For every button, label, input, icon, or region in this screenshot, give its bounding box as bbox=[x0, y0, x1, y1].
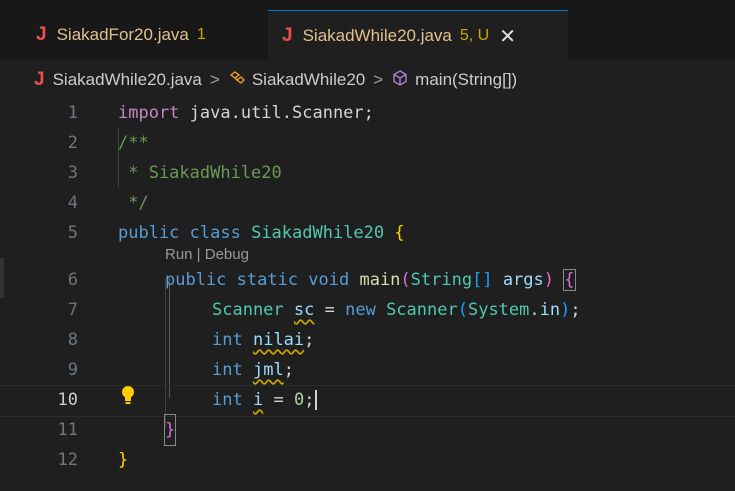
chevron-right-icon: > bbox=[373, 70, 384, 89]
tab-siakadwhile20[interactable]: J SiakadWhile20.java 5, U ✕ bbox=[268, 10, 568, 61]
line-number: 9 bbox=[67, 360, 78, 380]
tab-problem-count: 1 bbox=[196, 26, 206, 43]
tab-problem-count: 5, U bbox=[459, 27, 490, 44]
code-line: 5 public class SiakadWhile20 { bbox=[0, 218, 735, 248]
chevron-right-icon: > bbox=[209, 70, 220, 89]
line-number: 3 bbox=[67, 163, 78, 183]
code-line: 12 } bbox=[0, 445, 735, 475]
lightbulb-icon[interactable] bbox=[121, 385, 135, 415]
java-file-icon: J bbox=[36, 24, 47, 45]
line-number: 8 bbox=[67, 330, 78, 350]
tab-bar: J SiakadFor20.java 1 J SiakadWhile20.jav… bbox=[0, 0, 735, 61]
tab-siakadfor20[interactable]: J SiakadFor20.java 1 bbox=[22, 10, 256, 60]
close-icon[interactable]: ✕ bbox=[499, 24, 516, 49]
line-number: 10 bbox=[57, 390, 78, 410]
java-file-icon: J bbox=[282, 25, 293, 46]
code-editor[interactable]: 1 import java.util.Scanner; 2 /** 3 * Si… bbox=[0, 98, 735, 491]
scrollbar-marker[interactable] bbox=[0, 258, 4, 298]
line-number: 1 bbox=[67, 103, 78, 123]
line-number: 2 bbox=[67, 133, 78, 153]
line-number: 11 bbox=[57, 420, 78, 440]
method-cube-icon bbox=[391, 69, 409, 92]
code-line: 11 } bbox=[0, 414, 735, 446]
line-number: 5 bbox=[67, 223, 78, 243]
text-cursor bbox=[315, 390, 318, 410]
code-line: 9 int jml; bbox=[0, 355, 735, 385]
java-file-icon: J bbox=[34, 69, 45, 90]
line-number: 7 bbox=[67, 300, 78, 320]
breadcrumb: J SiakadWhile20.java > SiakadWhile20 > m… bbox=[0, 60, 735, 100]
code-line: 7 Scanner sc = new Scanner(System.in); bbox=[0, 295, 735, 325]
code-line: 8 int nilai; bbox=[0, 325, 735, 355]
breadcrumb-file[interactable]: SiakadWhile20.java bbox=[53, 70, 202, 90]
breadcrumb-method[interactable]: main(String[]) bbox=[415, 70, 517, 90]
editor-window: J SiakadFor20.java 1 J SiakadWhile20.jav… bbox=[0, 0, 735, 491]
line-number: 12 bbox=[57, 450, 78, 470]
class-icon bbox=[228, 69, 246, 92]
code-line: 2 /** bbox=[0, 128, 735, 158]
code-line: 4 */ bbox=[0, 188, 735, 218]
line-number: 4 bbox=[67, 193, 78, 213]
code-line: 3 * SiakadWhile20 bbox=[0, 158, 735, 188]
breadcrumb-class[interactable]: SiakadWhile20 bbox=[252, 70, 365, 90]
code-line: 6 public static void main(String[] args)… bbox=[0, 265, 735, 295]
tab-label: SiakadWhile20.java bbox=[302, 26, 452, 45]
tab-label: SiakadFor20.java bbox=[56, 25, 189, 44]
code-line: 1 import java.util.Scanner; bbox=[0, 98, 735, 128]
line-number: 6 bbox=[67, 270, 78, 290]
code-line-active: 10 int i = 0; bbox=[0, 385, 735, 415]
codelens-run-debug[interactable]: Run | Debug bbox=[165, 246, 249, 263]
